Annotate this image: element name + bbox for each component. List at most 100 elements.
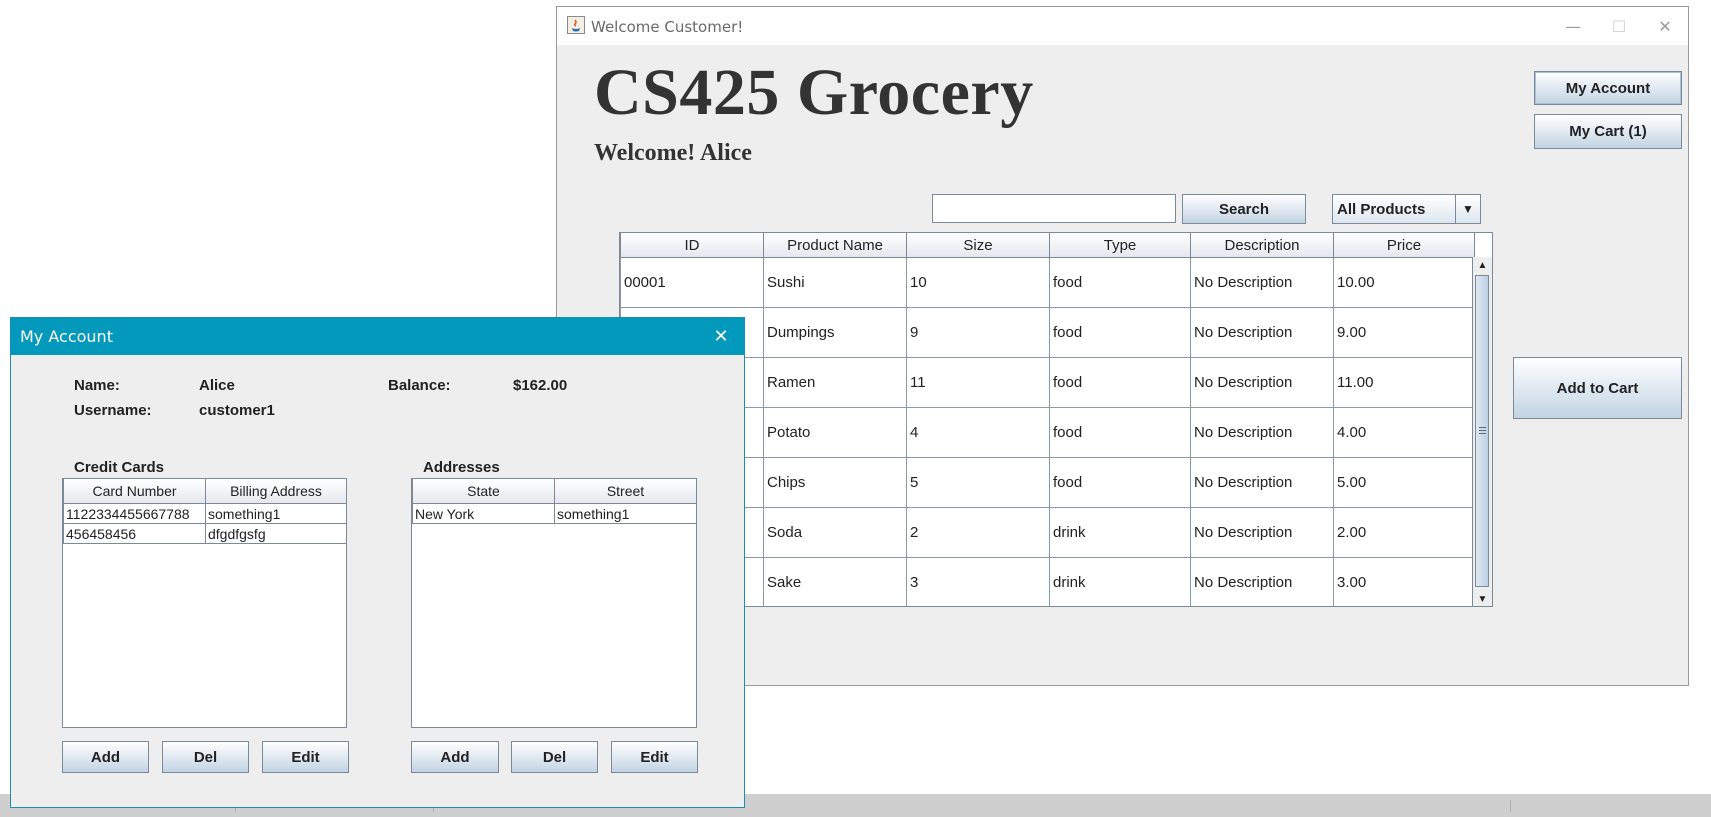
cell-product-name: Dumpings: [763, 307, 907, 358]
edit-card-button[interactable]: Edit: [262, 741, 349, 773]
delete-card-button[interactable]: Del: [162, 741, 249, 773]
products-header-row: ID Product Name Size Type Description Pr…: [620, 233, 1475, 258]
table-row[interactable]: Sake 3 drink No Description 3.00: [620, 557, 1475, 606]
table-row[interactable]: 1122334455667788 something1: [63, 503, 346, 524]
credit-cards-table[interactable]: Card Number Billing Address 112233445566…: [62, 478, 347, 728]
column-header-billing-address[interactable]: Billing Address: [205, 479, 346, 504]
minimize-icon[interactable]: —: [1550, 7, 1596, 45]
cell-size: 10: [906, 257, 1050, 308]
dialog-title: My Account: [20, 327, 113, 346]
delete-address-button[interactable]: Del: [511, 741, 598, 773]
table-row[interactable]: 00001 Sushi 10 food No Description 10.00: [620, 257, 1475, 308]
addresses-heading: Addresses: [423, 459, 500, 476]
cell-type: food: [1049, 357, 1191, 408]
column-header-state[interactable]: State: [412, 479, 555, 504]
chevron-down-icon[interactable]: ▼: [1455, 195, 1480, 223]
products-scrollbar[interactable]: ▲ ▼: [1472, 257, 1492, 606]
column-header-size[interactable]: Size: [906, 233, 1050, 258]
scrollbar-thumb[interactable]: [1475, 275, 1489, 587]
maximize-icon[interactable]: ☐: [1596, 7, 1642, 45]
cell-size: 9: [906, 307, 1050, 358]
add-card-button[interactable]: Add: [62, 741, 149, 773]
column-header-card-number[interactable]: Card Number: [63, 479, 206, 504]
cell-type: food: [1049, 457, 1191, 508]
cell-street: something1: [554, 503, 696, 524]
cell-size: 11: [906, 357, 1050, 408]
cell-description: No Description: [1190, 457, 1334, 508]
cell-type: drink: [1049, 557, 1191, 606]
main-window-title: Welcome Customer!: [591, 18, 744, 36]
cell-product-name: Ramen: [763, 357, 907, 408]
cell-price: 5.00: [1333, 457, 1475, 508]
addresses-grid: State Street New York something1: [412, 479, 696, 524]
column-header-product-name[interactable]: Product Name: [763, 233, 907, 258]
taskbar-divider: [1510, 800, 1511, 812]
cell-billing-address: something1: [205, 503, 346, 524]
username-label: Username:: [74, 402, 152, 419]
product-filter-dropdown[interactable]: All Products ▼: [1332, 194, 1481, 224]
product-filter-value: All Products: [1337, 201, 1426, 218]
column-header-type[interactable]: Type: [1049, 233, 1191, 258]
addresses-table[interactable]: State Street New York something1: [411, 478, 697, 728]
credit-cards-header-row: Card Number Billing Address: [63, 479, 346, 504]
table-row[interactable]: Dumpings 9 food No Description 9.00: [620, 307, 1475, 358]
credit-cards-grid: Card Number Billing Address 112233445566…: [63, 479, 346, 544]
scroll-up-icon[interactable]: ▲: [1473, 257, 1492, 273]
column-header-description[interactable]: Description: [1190, 233, 1334, 258]
column-header-id[interactable]: ID: [620, 233, 764, 258]
cell-description: No Description: [1190, 307, 1334, 358]
products-grid: ID Product Name Size Type Description Pr…: [620, 233, 1475, 606]
table-row[interactable]: Ramen 11 food No Description 11.00: [620, 357, 1475, 408]
table-row[interactable]: 456458456 dfgdfgsfg: [63, 523, 346, 544]
cell-product-name: Sake: [763, 557, 907, 606]
close-icon[interactable]: ✕: [1642, 7, 1688, 45]
cell-description: No Description: [1190, 407, 1334, 458]
edit-address-button[interactable]: Edit: [611, 741, 698, 773]
cell-price: 2.00: [1333, 507, 1475, 558]
column-header-street[interactable]: Street: [554, 479, 696, 504]
my-cart-button[interactable]: My Cart (1): [1534, 114, 1682, 149]
cell-type: food: [1049, 407, 1191, 458]
cell-type: food: [1049, 257, 1191, 308]
cell-price: 3.00: [1333, 557, 1475, 606]
cell-card-number: 456458456: [63, 523, 206, 544]
grip-line: [1479, 430, 1486, 431]
cell-description: No Description: [1190, 557, 1334, 606]
my-account-dialog: My Account ✕ Name: Alice Balance: $162.0…: [10, 317, 745, 808]
username-value: customer1: [199, 402, 275, 419]
scroll-down-icon[interactable]: ▼: [1473, 591, 1492, 606]
add-to-cart-button[interactable]: Add to Cart: [1513, 357, 1682, 419]
welcome-message: Welcome! Alice: [594, 140, 752, 166]
balance-label: Balance:: [388, 377, 451, 394]
column-header-price[interactable]: Price: [1333, 233, 1475, 258]
table-row[interactable]: Chips 5 food No Description 5.00: [620, 457, 1475, 508]
cell-product-name: Sushi: [763, 257, 907, 308]
name-label: Name:: [74, 377, 120, 394]
cell-size: 4: [906, 407, 1050, 458]
search-button[interactable]: Search: [1182, 194, 1306, 224]
cell-description: No Description: [1190, 357, 1334, 408]
products-table[interactable]: ID Product Name Size Type Description Pr…: [619, 232, 1493, 607]
cell-description: No Description: [1190, 507, 1334, 558]
cell-price: 4.00: [1333, 407, 1475, 458]
table-row[interactable]: Soda 2 drink No Description 2.00: [620, 507, 1475, 558]
my-account-button[interactable]: My Account: [1534, 71, 1682, 105]
main-titlebar[interactable]: Welcome Customer! — ☐ ✕: [557, 7, 1688, 45]
cell-type: food: [1049, 307, 1191, 358]
cell-type: drink: [1049, 507, 1191, 558]
cell-id: 00001: [620, 257, 764, 308]
name-value: Alice: [199, 377, 235, 394]
add-address-button[interactable]: Add: [411, 741, 499, 773]
close-icon[interactable]: ✕: [698, 318, 744, 355]
cell-size: 2: [906, 507, 1050, 558]
cell-price: 11.00: [1333, 357, 1475, 408]
table-row[interactable]: New York something1: [412, 503, 696, 524]
cell-product-name: Soda: [763, 507, 907, 558]
dialog-titlebar[interactable]: My Account ✕: [11, 318, 744, 355]
search-input[interactable]: [932, 194, 1176, 223]
grip-line: [1479, 433, 1486, 434]
table-row[interactable]: Potato 4 food No Description 4.00: [620, 407, 1475, 458]
addresses-header-row: State Street: [412, 479, 696, 504]
cell-size: 5: [906, 457, 1050, 508]
credit-cards-heading: Credit Cards: [74, 459, 165, 476]
